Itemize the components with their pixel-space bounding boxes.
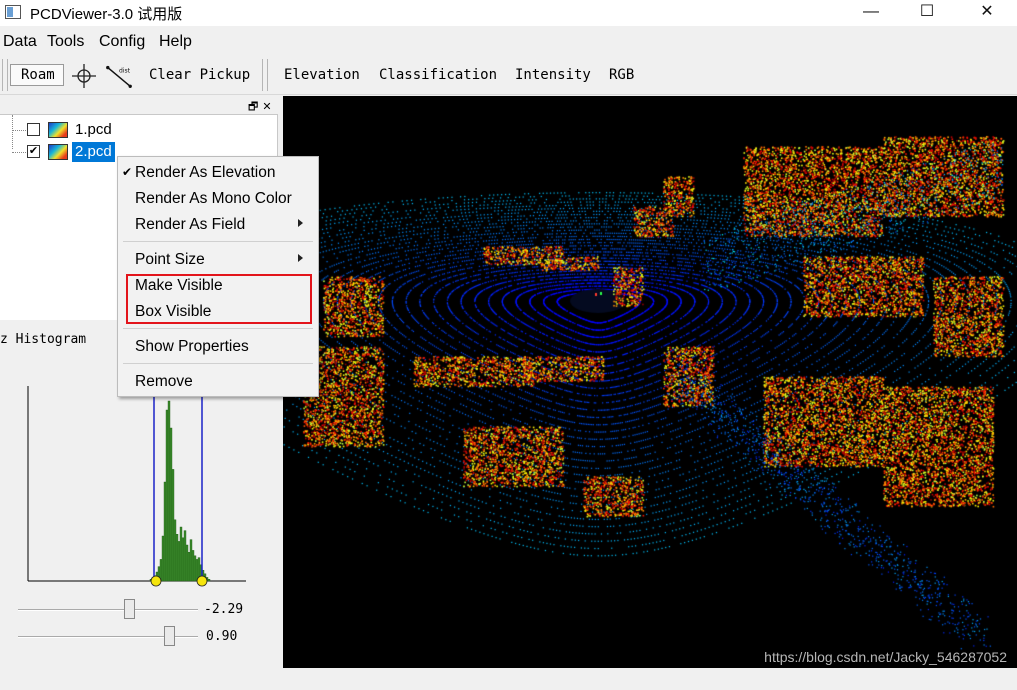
histogram-bar — [169, 427, 173, 582]
histogram-bar — [173, 519, 177, 582]
maximize-button[interactable]: ☐ — [904, 0, 950, 26]
min-slider[interactable] — [18, 599, 198, 621]
float-dock-icon[interactable]: 🗗 — [248, 101, 262, 113]
menu-remove[interactable]: Remove — [118, 369, 318, 395]
visibility-checkbox[interactable] — [27, 123, 40, 136]
rgb-button[interactable]: RGB — [609, 67, 634, 83]
slider-handle[interactable] — [124, 599, 135, 619]
histogram-max-marker[interactable] — [196, 575, 208, 587]
toolbar: Roam dist Clear Pickup Elevation Classif… — [0, 55, 1017, 95]
min-slider-value: -2.29 — [204, 602, 244, 617]
toolbar-grip — [2, 59, 8, 91]
pointcloud-render[interactable] — [283, 96, 1017, 668]
menu-show-properties[interactable]: Show Properties — [118, 334, 318, 360]
histogram-bar — [171, 469, 175, 582]
histogram-bar — [183, 530, 187, 582]
tree-item-1[interactable]: 1.pcd — [0, 119, 200, 141]
submenu-arrow-icon — [298, 219, 303, 227]
menu-data[interactable]: Data — [3, 33, 37, 51]
intensity-button[interactable]: Intensity — [515, 67, 591, 83]
minimize-button[interactable]: — — [848, 0, 894, 26]
histogram-bar — [177, 541, 181, 582]
histogram-bar — [165, 409, 169, 582]
menu-separator — [123, 241, 313, 242]
toolbar-separator — [262, 59, 268, 91]
histogram-bar — [175, 533, 179, 582]
red-highlight-box — [126, 274, 312, 324]
context-menu: ✔ Render As Elevation Render As Mono Col… — [117, 156, 319, 397]
crosshair-icon[interactable] — [70, 63, 98, 89]
menu-tools[interactable]: Tools — [47, 33, 84, 51]
max-slider[interactable] — [18, 626, 198, 648]
menu-separator — [123, 363, 313, 364]
histogram-bar — [193, 555, 197, 582]
classification-button[interactable]: Classification — [379, 67, 497, 83]
roam-button[interactable]: Roam — [10, 64, 64, 86]
visibility-checkbox[interactable]: ✔ — [27, 145, 40, 158]
z-histogram-chart — [27, 386, 246, 587]
histogram-bar — [189, 539, 193, 582]
max-slider-value: 0.90 — [206, 629, 238, 644]
distance-icon-text: dist — [119, 67, 131, 74]
window-title: PCDViewer-3.0 试用版 — [30, 6, 183, 23]
histogram-title: z Histogram — [0, 332, 87, 347]
histogram-bar — [163, 481, 167, 582]
pointcloud-file-icon — [48, 122, 68, 138]
pointcloud-viewport[interactable]: https://blog.csdn.net/Jacky_546287052 — [283, 96, 1017, 668]
close-button[interactable]: ✕ — [964, 0, 1010, 26]
histogram-bar — [167, 400, 171, 582]
menu-render-mono-color[interactable]: Render As Mono Color — [118, 186, 318, 212]
histogram-bar — [185, 544, 189, 582]
histogram-bar — [187, 551, 191, 582]
menu-separator — [123, 328, 313, 329]
file-name-selected[interactable]: 2.pcd — [72, 142, 115, 162]
menu-render-elevation[interactable]: ✔ Render As Elevation — [118, 160, 318, 186]
app-icon — [5, 5, 21, 19]
histogram-bar — [191, 550, 195, 582]
pointcloud-file-icon — [48, 144, 68, 160]
histogram-bar — [179, 526, 183, 582]
file-name[interactable]: 1.pcd — [72, 120, 115, 140]
close-dock-icon[interactable]: ✕ — [262, 101, 275, 113]
menu-point-size[interactable]: Point Size — [118, 247, 318, 273]
elevation-button[interactable]: Elevation — [284, 67, 360, 83]
distance-measure-icon[interactable]: dist — [105, 63, 133, 89]
watermark: https://blog.csdn.net/Jacky_546287052 — [764, 649, 1007, 665]
checkmark-icon: ✔ — [122, 165, 133, 179]
submenu-arrow-icon — [298, 254, 303, 262]
menu-help[interactable]: Help — [159, 33, 192, 51]
histogram-bar — [207, 578, 211, 582]
slider-handle[interactable] — [164, 626, 175, 646]
title-bar: PCDViewer-3.0 试用版 — ☐ ✕ — [0, 0, 1017, 26]
histogram-bar — [181, 537, 185, 582]
histogram-bar — [161, 535, 165, 582]
menu-config[interactable]: Config — [99, 33, 145, 51]
menu-render-field[interactable]: Render As Field — [118, 212, 318, 238]
histogram-min-marker[interactable] — [150, 575, 162, 587]
clear-pickup-button[interactable]: Clear Pickup — [149, 67, 250, 83]
